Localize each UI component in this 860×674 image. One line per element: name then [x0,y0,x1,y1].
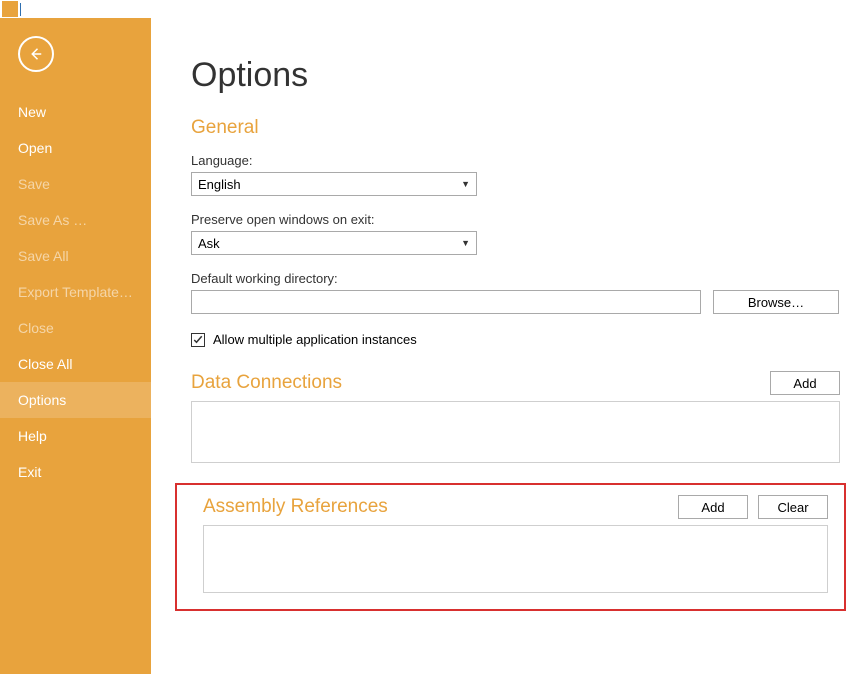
button-label: Add [793,376,816,391]
assembly-references-list[interactable] [203,525,828,593]
assembly-references-section: Assembly References Add Clear [191,485,840,607]
check-icon [192,334,204,346]
app-icon [2,1,18,17]
sidebar-item-help[interactable]: Help [0,418,151,454]
button-label: Clear [777,500,808,515]
sidebar-item-label: Options [18,392,66,408]
sidebar-item-export-template: Export Template… [0,274,151,310]
language-select[interactable]: English ▼ [191,172,477,196]
sidebar-item-label: Save As … [18,212,87,228]
sidebar-menu: New Open Save Save As … Save All Export … [0,94,151,490]
sidebar-item-label: Close [18,320,54,336]
working-dir-label: Default working directory: [191,271,840,286]
assembly-clear-button[interactable]: Clear [758,495,828,519]
sidebar-item-open[interactable]: Open [0,130,151,166]
sidebar-item-label: Save [18,176,50,192]
preserve-select[interactable]: Ask ▼ [191,231,477,255]
browse-button[interactable]: Browse… [713,290,839,314]
sidebar-item-label: Exit [18,464,41,480]
sidebar-item-save-as: Save As … [0,202,151,238]
sidebar-item-save: Save [0,166,151,202]
sidebar-item-label: Export Template… [18,284,133,300]
assembly-heading: Assembly References [203,496,388,518]
chevron-down-icon: ▼ [461,238,470,248]
preserve-label: Preserve open windows on exit: [191,212,840,227]
button-label: Browse… [748,295,804,310]
working-dir-input[interactable] [191,290,701,314]
button-label: Add [701,500,724,515]
sidebar-item-label: Help [18,428,47,444]
language-label: Language: [191,153,840,168]
data-connections-section: Data Connections Add [191,371,840,463]
data-connections-list[interactable] [191,401,840,463]
sidebar-item-close: Close [0,310,151,346]
general-section: General Language: English ▼ Preserve ope… [191,117,840,347]
allow-multi-checkbox[interactable] [191,333,205,347]
sidebar-item-save-all: Save All [0,238,151,274]
data-connections-add-button[interactable]: Add [770,371,840,395]
preserve-value: Ask [198,236,220,251]
sidebar-item-close-all[interactable]: Close All [0,346,151,382]
back-button[interactable] [18,36,54,72]
sidebar-item-label: Save All [18,248,69,264]
chevron-down-icon: ▼ [461,179,470,189]
sidebar-item-options[interactable]: Options [0,382,151,418]
general-heading: General [191,117,840,139]
content-panel: Options General Language: English ▼ Pres… [151,18,860,674]
sidebar-item-exit[interactable]: Exit [0,454,151,490]
assembly-add-button[interactable]: Add [678,495,748,519]
sidebar-item-label: New [18,104,46,120]
caret-indicator [20,3,21,16]
title-bar [0,0,860,18]
sidebar-item-label: Close All [18,356,72,372]
sidebar-item-label: Open [18,140,52,156]
data-connections-heading: Data Connections [191,372,342,394]
arrow-left-icon [27,45,45,63]
sidebar-item-new[interactable]: New [0,94,151,130]
allow-multi-label: Allow multiple application instances [213,332,417,347]
page-title: Options [191,56,840,95]
sidebar: New Open Save Save As … Save All Export … [0,18,151,674]
language-value: English [198,177,241,192]
